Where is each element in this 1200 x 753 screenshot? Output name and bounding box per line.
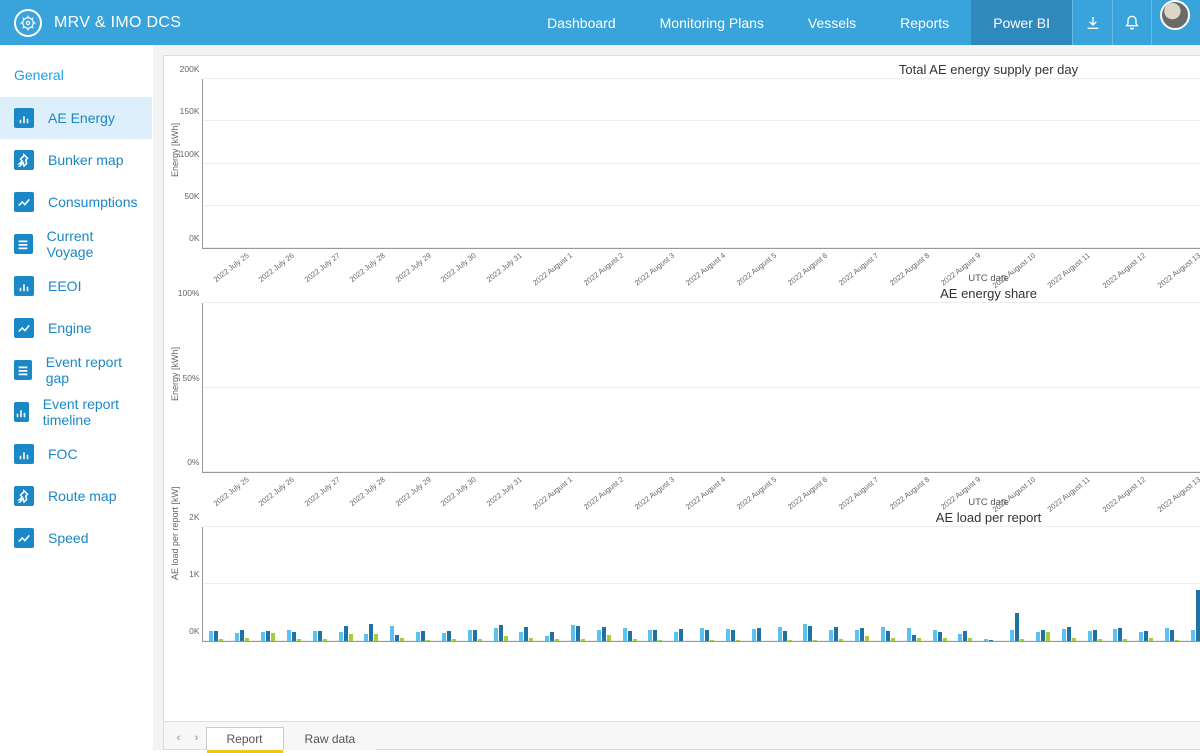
bars-icon <box>14 444 34 464</box>
y-tick: 50% <box>173 373 200 383</box>
tab-raw-data[interactable]: Raw data <box>284 727 377 750</box>
nav-dashboard[interactable]: Dashboard <box>525 0 638 45</box>
sidebar-item-label: EEOI <box>48 278 81 294</box>
sidebar-item-event-report-gap[interactable]: Event report gap <box>0 349 152 391</box>
bars-icon <box>14 108 34 128</box>
y-axis-label: AE load per report [kW] <box>170 486 180 580</box>
page-tabs: ‹ › Report Raw data <box>164 721 1200 749</box>
sidebar-item-label: Current Voyage <box>47 228 138 260</box>
report-canvas: Total AE energy supply per dayEnergy [kW… <box>163 55 1200 750</box>
line-icon <box>14 192 34 212</box>
chart-title: Total AE energy supply per day <box>172 62 1200 77</box>
bars-icon <box>14 402 29 422</box>
sidebar-item-label: Route map <box>48 488 116 504</box>
sidebar-item-engine[interactable]: Engine <box>0 307 152 349</box>
notifications-button[interactable] <box>1112 0 1152 45</box>
nav-vessels[interactable]: Vessels <box>786 0 878 45</box>
topbar: MRV & IMO DCS Dashboard Monitoring Plans… <box>0 0 1200 45</box>
y-tick: 50K <box>173 191 200 201</box>
sidebar: General AE Energy Bunker map Consumptions C… <box>0 45 153 750</box>
sidebar-item-consumptions[interactable]: Consumptions <box>0 181 152 223</box>
sidebar-item-route-map[interactable]: Route map <box>0 475 152 517</box>
nav-power-bi[interactable]: Power BI <box>971 0 1072 45</box>
download-button[interactable] <box>1072 0 1112 45</box>
y-tick: 0K <box>173 233 200 243</box>
nav-reports[interactable]: Reports <box>878 0 971 45</box>
y-tick: 200K <box>173 64 200 74</box>
sidebar-item-speed[interactable]: Speed <box>0 517 152 559</box>
sidebar-heading: General <box>0 63 152 97</box>
sidebar-item-label: AE Energy <box>48 110 115 126</box>
chart-plot[interactable]: 0K50K100K150K200K <box>202 79 1200 249</box>
sidebar-item-event-report-timeline[interactable]: Event report timeline <box>0 391 152 433</box>
y-tick: 0% <box>173 457 200 467</box>
pin-icon <box>14 486 34 506</box>
sidebar-item-label: Event report gap <box>46 354 138 386</box>
sidebar-item-bunker-map[interactable]: Bunker map <box>0 139 152 181</box>
sidebar-item-label: Speed <box>48 530 88 546</box>
sidebar-item-label: Event report timeline <box>43 396 138 428</box>
sidebar-item-label: Bunker map <box>48 152 123 168</box>
line-icon <box>14 318 34 338</box>
main-area: Total AE energy supply per dayEnergy [kW… <box>153 45 1200 750</box>
sidebar-item-label: FOC <box>48 446 78 462</box>
y-tick: 1K <box>173 569 200 579</box>
app-title: MRV & IMO DCS <box>54 14 181 32</box>
sidebar-item-foc[interactable]: FOC <box>0 433 152 475</box>
sidebar-item-eeoi[interactable]: EEOI <box>0 265 152 307</box>
line-icon <box>14 528 34 548</box>
sidebar-item-ae-energy[interactable]: AE Energy <box>0 97 152 139</box>
bars-icon <box>14 276 34 296</box>
nav-monitoring-plans[interactable]: Monitoring Plans <box>638 0 786 45</box>
app-logo <box>14 9 42 37</box>
pin-icon <box>14 150 34 170</box>
avatar[interactable] <box>1160 0 1190 30</box>
top-nav: Dashboard Monitoring Plans Vessels Repor… <box>525 0 1200 45</box>
chart-plot[interactable]: 0%50%100% <box>202 303 1200 473</box>
tab-report[interactable]: Report <box>206 727 284 750</box>
y-tick: 150K <box>173 106 200 116</box>
sidebar-item-label: Engine <box>48 320 92 336</box>
y-tick: 2K <box>173 512 200 522</box>
y-tick: 100% <box>173 288 200 298</box>
sidebar-item-label: Consumptions <box>48 194 138 210</box>
y-tick: 0K <box>173 626 200 636</box>
pager-prev[interactable]: ‹ <box>170 727 188 749</box>
list-icon <box>14 360 32 380</box>
sidebar-item-current-voyage[interactable]: Current Voyage <box>0 223 152 265</box>
y-tick: 100K <box>173 149 200 159</box>
list-icon <box>14 234 33 254</box>
chart-plot[interactable]: 0K1K2K <box>202 527 1200 642</box>
pager-next[interactable]: › <box>188 727 206 749</box>
